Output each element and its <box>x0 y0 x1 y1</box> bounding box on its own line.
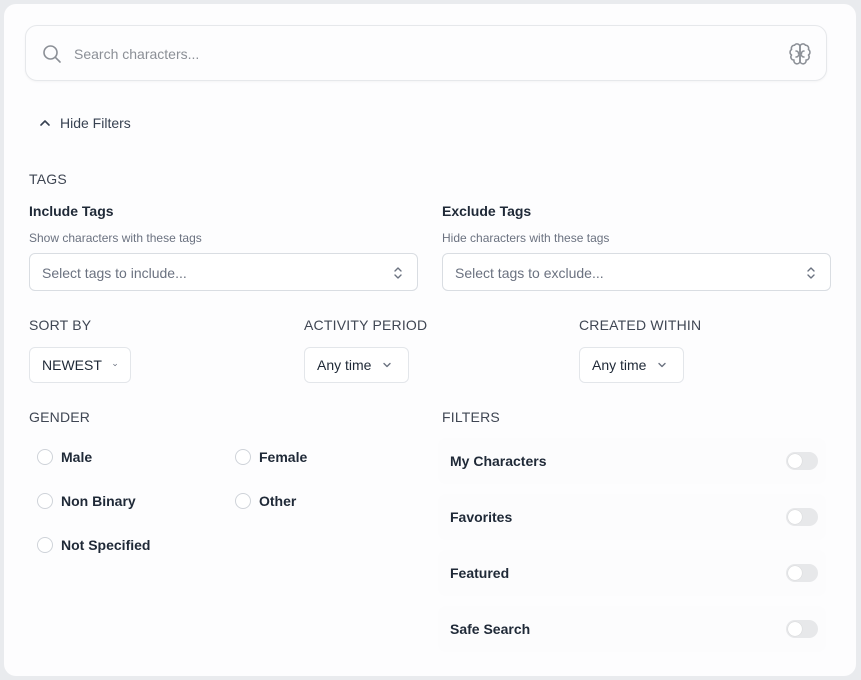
created-within-value: Any time <box>592 357 647 373</box>
toggle-knob <box>788 510 802 524</box>
gender-title: GENDER <box>29 409 91 425</box>
created-within-title: CREATED WITHIN <box>579 317 702 333</box>
brain-icon[interactable] <box>788 42 812 66</box>
gender-option-other[interactable]: Other <box>235 493 296 509</box>
hide-filters-button[interactable]: Hide Filters <box>38 115 131 131</box>
favorites-toggle[interactable] <box>786 508 818 526</box>
chevron-down-icon <box>383 362 392 368</box>
exclude-tags-label: Exclude Tags <box>442 203 532 219</box>
filters-title: FILTERS <box>442 409 500 425</box>
radio-circle[interactable] <box>37 493 53 509</box>
gender-option-label: Non Binary <box>61 493 136 509</box>
exclude-tags-placeholder: Select tags to exclude... <box>455 265 604 281</box>
activity-period-value: Any time <box>317 357 372 373</box>
search-bar[interactable]: Search characters... <box>25 25 827 81</box>
filter-row-favorites: Favorites <box>438 494 826 540</box>
my-characters-toggle[interactable] <box>786 452 818 470</box>
gender-option-label: Female <box>259 449 308 465</box>
toggle-knob <box>788 454 802 468</box>
sort-by-title: SORT BY <box>29 317 92 333</box>
safe-search-toggle[interactable] <box>786 620 818 638</box>
activity-period-dropdown[interactable]: Any time <box>304 347 409 383</box>
include-tags-placeholder: Select tags to include... <box>42 265 187 281</box>
gender-option-non-binary[interactable]: Non Binary <box>37 493 136 509</box>
search-icon <box>43 45 61 63</box>
filter-row-safe-search: Safe Search <box>438 606 826 652</box>
search-input[interactable]: Search characters... <box>74 46 199 62</box>
chevron-down-icon <box>658 362 667 368</box>
radio-circle[interactable] <box>235 493 251 509</box>
tags-section-title: TAGS <box>29 171 67 187</box>
filter-row-featured: Featured <box>438 550 826 596</box>
include-tags-select[interactable]: Select tags to include... <box>29 253 418 291</box>
hide-filters-label: Hide Filters <box>60 115 131 131</box>
gender-option-female[interactable]: Female <box>235 449 307 465</box>
exclude-tags-select[interactable]: Select tags to exclude... <box>442 253 831 291</box>
activity-period-title: ACTIVITY PERIOD <box>304 317 428 333</box>
exclude-tags-hint: Hide characters with these tags <box>442 231 610 245</box>
radio-circle[interactable] <box>37 537 53 553</box>
chevron-updown-icon <box>807 267 815 279</box>
radio-circle[interactable] <box>37 449 53 465</box>
gender-option-label: Other <box>259 493 297 509</box>
filter-label: My Characters <box>450 453 547 469</box>
radio-circle[interactable] <box>235 449 251 465</box>
chevron-down-icon <box>113 363 117 367</box>
filter-label: Featured <box>450 565 510 581</box>
created-within-dropdown[interactable]: Any time <box>579 347 684 383</box>
chevron-up-icon <box>40 120 50 126</box>
filter-row-my-characters: My Characters <box>438 438 826 484</box>
featured-toggle[interactable] <box>786 564 818 582</box>
toggle-knob <box>788 566 802 580</box>
gender-option-not-specified[interactable]: Not Specified <box>37 537 150 553</box>
sort-by-value: NEWEST <box>42 357 102 373</box>
gender-option-male[interactable]: Male <box>37 449 92 465</box>
include-tags-label: Include Tags <box>29 203 114 219</box>
filter-label: Safe Search <box>450 621 531 637</box>
gender-option-label: Not Specified <box>61 537 151 553</box>
gender-option-label: Male <box>61 449 93 465</box>
toggle-knob <box>788 622 802 636</box>
sort-by-dropdown[interactable]: NEWEST <box>29 347 131 383</box>
filter-label: Favorites <box>450 509 513 525</box>
include-tags-hint: Show characters with these tags <box>29 231 202 245</box>
chevron-updown-icon <box>394 267 402 279</box>
